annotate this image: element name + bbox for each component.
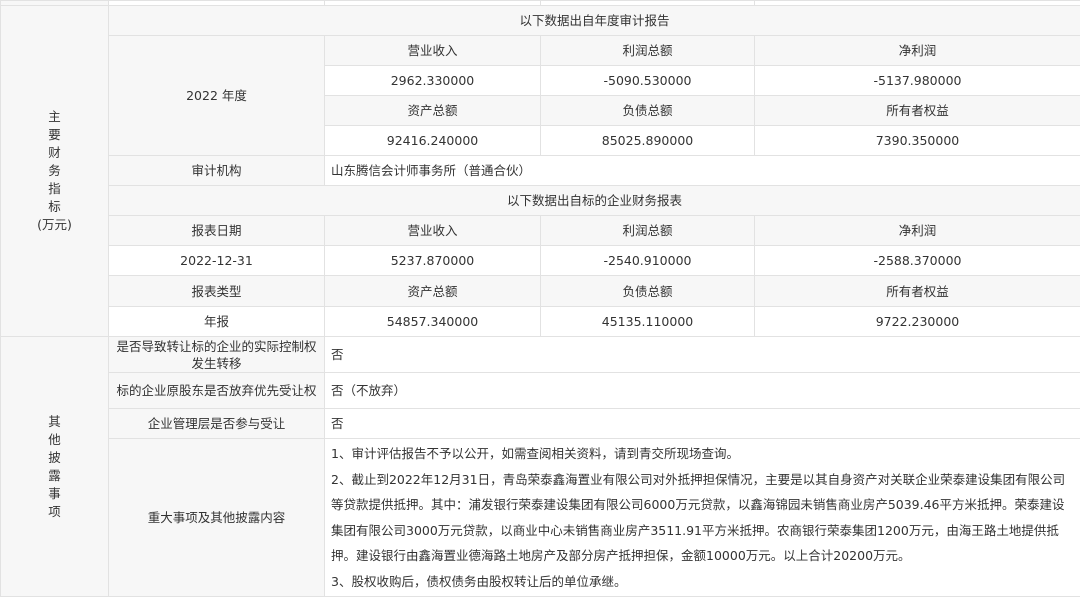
major-matters-item-3: 3、股权收购后，债权债务由股权转让后的单位承继。 xyxy=(331,573,627,589)
report-profit-value: -2540.910000 xyxy=(540,245,755,276)
management-value: 否 xyxy=(324,408,1080,439)
report-equity-value: 9722.230000 xyxy=(754,306,1080,337)
audit-profit-label: 利润总额 xyxy=(540,35,755,66)
audit-header: 以下数据出自年度审计报告 xyxy=(108,5,1080,36)
report-revenue-value: 5237.870000 xyxy=(324,245,541,276)
report-date-label: 报表日期 xyxy=(108,215,325,246)
audit-equity-label: 所有者权益 xyxy=(754,95,1080,126)
major-matters-label: 重大事项及其他披露内容 xyxy=(108,438,325,597)
audit-revenue-value: 2962.330000 xyxy=(324,65,541,96)
audit-net-profit-label: 净利润 xyxy=(754,35,1080,66)
preemption-label: 标的企业原股东是否放弃优先受让权 xyxy=(108,372,325,409)
report-profit-label: 利润总额 xyxy=(540,215,755,246)
report-net-profit-label: 净利润 xyxy=(754,215,1080,246)
major-matters-content: 1、审计评估报告不予以公开，如需查阅相关资料，请到青交所现场查询。 2、截止到2… xyxy=(324,438,1080,597)
audit-revenue-label: 营业收入 xyxy=(324,35,541,66)
audit-assets-value: 92416.240000 xyxy=(324,125,541,156)
control-transfer-value: 否 xyxy=(324,336,1080,373)
report-header: 以下数据出自标的企业财务报表 xyxy=(108,185,1080,216)
financial-unit: (万元) xyxy=(37,217,72,232)
control-transfer-label: 是否导致转让标的企业的实际控制权发生转移 xyxy=(108,336,325,373)
auditor-value: 山东腾信会计师事务所（普通合伙） xyxy=(324,155,1080,186)
other-section-label: 其 他 披 露 事 项 xyxy=(0,336,109,597)
report-assets-label: 资产总额 xyxy=(324,275,541,307)
report-equity-label: 所有者权益 xyxy=(754,275,1080,307)
preemption-value: 否（不放弃） xyxy=(324,372,1080,409)
report-liabilities-value: 45135.110000 xyxy=(540,306,755,337)
disclosure-table: 主 要 财 务 指 标 (万元) 以下数据出自年度审计报告 2022 年度 营业… xyxy=(0,0,1080,597)
financial-section-label: 主 要 财 务 指 标 (万元) xyxy=(0,5,109,337)
audit-liabilities-label: 负债总额 xyxy=(540,95,755,126)
report-revenue-label: 营业收入 xyxy=(324,215,541,246)
report-assets-value: 54857.340000 xyxy=(324,306,541,337)
auditor-label: 审计机构 xyxy=(108,155,325,186)
audit-net-profit-value: -5137.980000 xyxy=(754,65,1080,96)
audit-profit-value: -5090.530000 xyxy=(540,65,755,96)
audit-year: 2022 年度 xyxy=(108,35,325,156)
audit-equity-value: 7390.350000 xyxy=(754,125,1080,156)
major-matters-item-1: 1、审计评估报告不予以公开，如需查阅相关资料，请到青交所现场查询。 xyxy=(331,446,739,461)
report-liabilities-label: 负债总额 xyxy=(540,275,755,307)
report-date-value: 2022-12-31 xyxy=(108,245,325,276)
audit-liabilities-value: 85025.890000 xyxy=(540,125,755,156)
management-label: 企业管理层是否参与受让 xyxy=(108,408,325,439)
report-net-profit-value: -2588.370000 xyxy=(754,245,1080,276)
audit-assets-label: 资产总额 xyxy=(324,95,541,126)
report-type-value: 年报 xyxy=(108,306,325,337)
major-matters-item-2: 2、截止到2022年12月31日，青岛荣泰鑫海置业有限公司对外抵押担保情况，主要… xyxy=(331,471,1066,564)
report-type-label: 报表类型 xyxy=(108,275,325,307)
